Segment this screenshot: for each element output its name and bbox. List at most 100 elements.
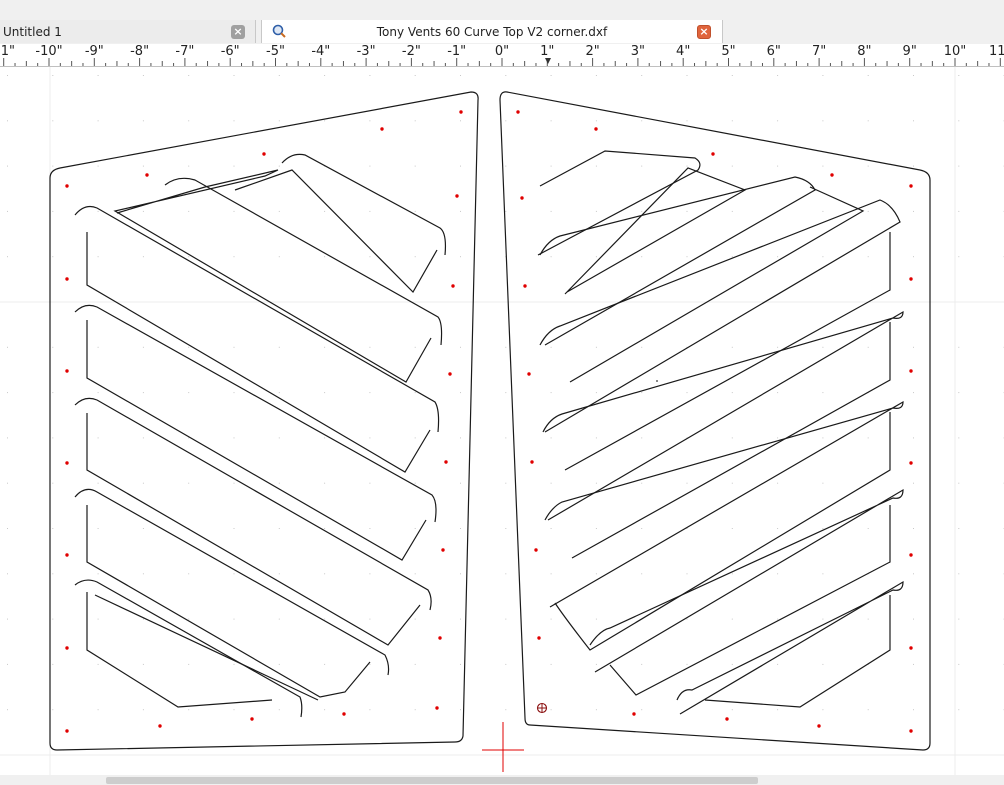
grid-dot — [958, 573, 960, 575]
grid — [0, 67, 1004, 775]
grid-dot — [777, 165, 779, 167]
grid-dot — [142, 482, 144, 484]
grid-dot — [550, 256, 552, 258]
grid-dot — [97, 392, 99, 394]
hole-dot — [909, 277, 913, 281]
right-slot-6 — [589, 488, 904, 673]
tab-dxf-file[interactable]: Tony Vents 60 Curve Top V2 corner.dxf × — [261, 20, 723, 43]
grid-dot — [460, 482, 461, 484]
tab-untitled-1[interactable]: Untitled 1 × — [0, 20, 256, 43]
origin-marker[interactable] — [482, 722, 524, 772]
ruler-label: 2" — [585, 44, 600, 59]
grid-dot — [731, 663, 733, 665]
ruler-label: 10" — [943, 44, 967, 59]
left-slot-7c — [94, 594, 319, 701]
grid-dot — [414, 392, 416, 394]
grid-dot — [777, 573, 779, 575]
grid-dot — [505, 573, 507, 575]
grid-dot — [52, 482, 54, 484]
hole-dot — [909, 369, 913, 373]
grid-dot — [7, 75, 8, 76]
grid-dot — [7, 663, 8, 665]
grid-dot — [867, 528, 869, 529]
grid-dot — [505, 618, 507, 620]
grid-dot — [913, 75, 914, 76]
hole-dot — [435, 706, 439, 710]
grid-dot — [460, 528, 461, 529]
grid-dot — [550, 663, 552, 665]
grid-dot — [233, 663, 235, 665]
close-icon[interactable]: × — [231, 25, 245, 39]
grid-dot — [278, 663, 280, 665]
grid-dot — [142, 120, 144, 122]
right-slot-7b — [704, 595, 891, 708]
grid-dot — [142, 709, 144, 711]
grid-dot — [278, 392, 280, 394]
horizontal-scrollbar[interactable] — [0, 775, 1004, 785]
origin-crosshair-icon[interactable] — [536, 702, 548, 714]
grid-dot — [414, 437, 416, 439]
grid-dot — [142, 618, 144, 620]
grid-dot — [142, 346, 144, 348]
cursor-point — [656, 380, 658, 382]
grid-dot — [822, 709, 824, 711]
grid-dot — [777, 75, 779, 76]
grid-dot — [731, 573, 733, 575]
hole-dot — [909, 553, 913, 557]
grid-dot — [550, 573, 552, 575]
grid-dot — [550, 120, 552, 122]
left-slot-5 — [74, 397, 432, 611]
grid-dot — [324, 75, 326, 76]
grid-dot — [641, 528, 643, 529]
left-slot-7 — [74, 579, 303, 718]
hole-dot — [342, 712, 346, 716]
close-icon[interactable]: × — [697, 25, 711, 39]
grid-dot — [550, 210, 552, 212]
hole-dot — [909, 184, 913, 188]
ruler-label: 1" — [540, 44, 555, 59]
grid-dot — [505, 528, 507, 529]
grid-dot — [867, 709, 869, 711]
grid-dot — [52, 210, 54, 212]
ruler-label: -1" — [447, 44, 467, 59]
grid-dot — [97, 618, 99, 620]
grid-dot — [913, 392, 914, 394]
grid-dot — [595, 346, 597, 348]
ruler-label: -10" — [35, 44, 63, 59]
scrollbar-thumb[interactable] — [106, 777, 758, 784]
hole-dot — [262, 152, 266, 156]
grid-dot — [7, 709, 8, 711]
hole-dot — [448, 372, 452, 376]
ruler-label: 7" — [811, 44, 827, 59]
hole-dot — [523, 284, 527, 288]
grid-dot — [142, 573, 144, 575]
grid-dot — [7, 210, 8, 212]
grid-dot — [97, 709, 99, 711]
grid-dot — [867, 346, 869, 348]
grid-dot — [460, 663, 461, 665]
hole-dot — [711, 152, 715, 156]
drawing-canvas[interactable] — [0, 67, 1004, 775]
left-slot-1 — [281, 153, 447, 256]
hole-dot — [909, 646, 913, 650]
grid-dot — [550, 709, 552, 711]
right-slot-6b — [609, 505, 891, 696]
grid-dot — [52, 663, 54, 665]
grid-dot — [142, 528, 144, 529]
grid-dot — [958, 709, 960, 711]
grid-dot — [686, 573, 688, 575]
grid-dot — [641, 346, 643, 348]
left-slot-2 — [164, 177, 443, 346]
grid-dot — [369, 709, 371, 711]
grid-dot — [777, 663, 779, 665]
ruler-label: 9" — [902, 44, 917, 59]
right-slot-7 — [676, 580, 904, 715]
grid-dot — [278, 75, 280, 76]
grid-dot — [867, 256, 869, 258]
grid-dot — [233, 165, 235, 167]
grid-dot — [324, 210, 326, 212]
grid-dot — [233, 709, 235, 711]
grid-dot — [777, 120, 779, 122]
grid-dot — [505, 165, 507, 167]
grid-dot — [414, 709, 416, 711]
